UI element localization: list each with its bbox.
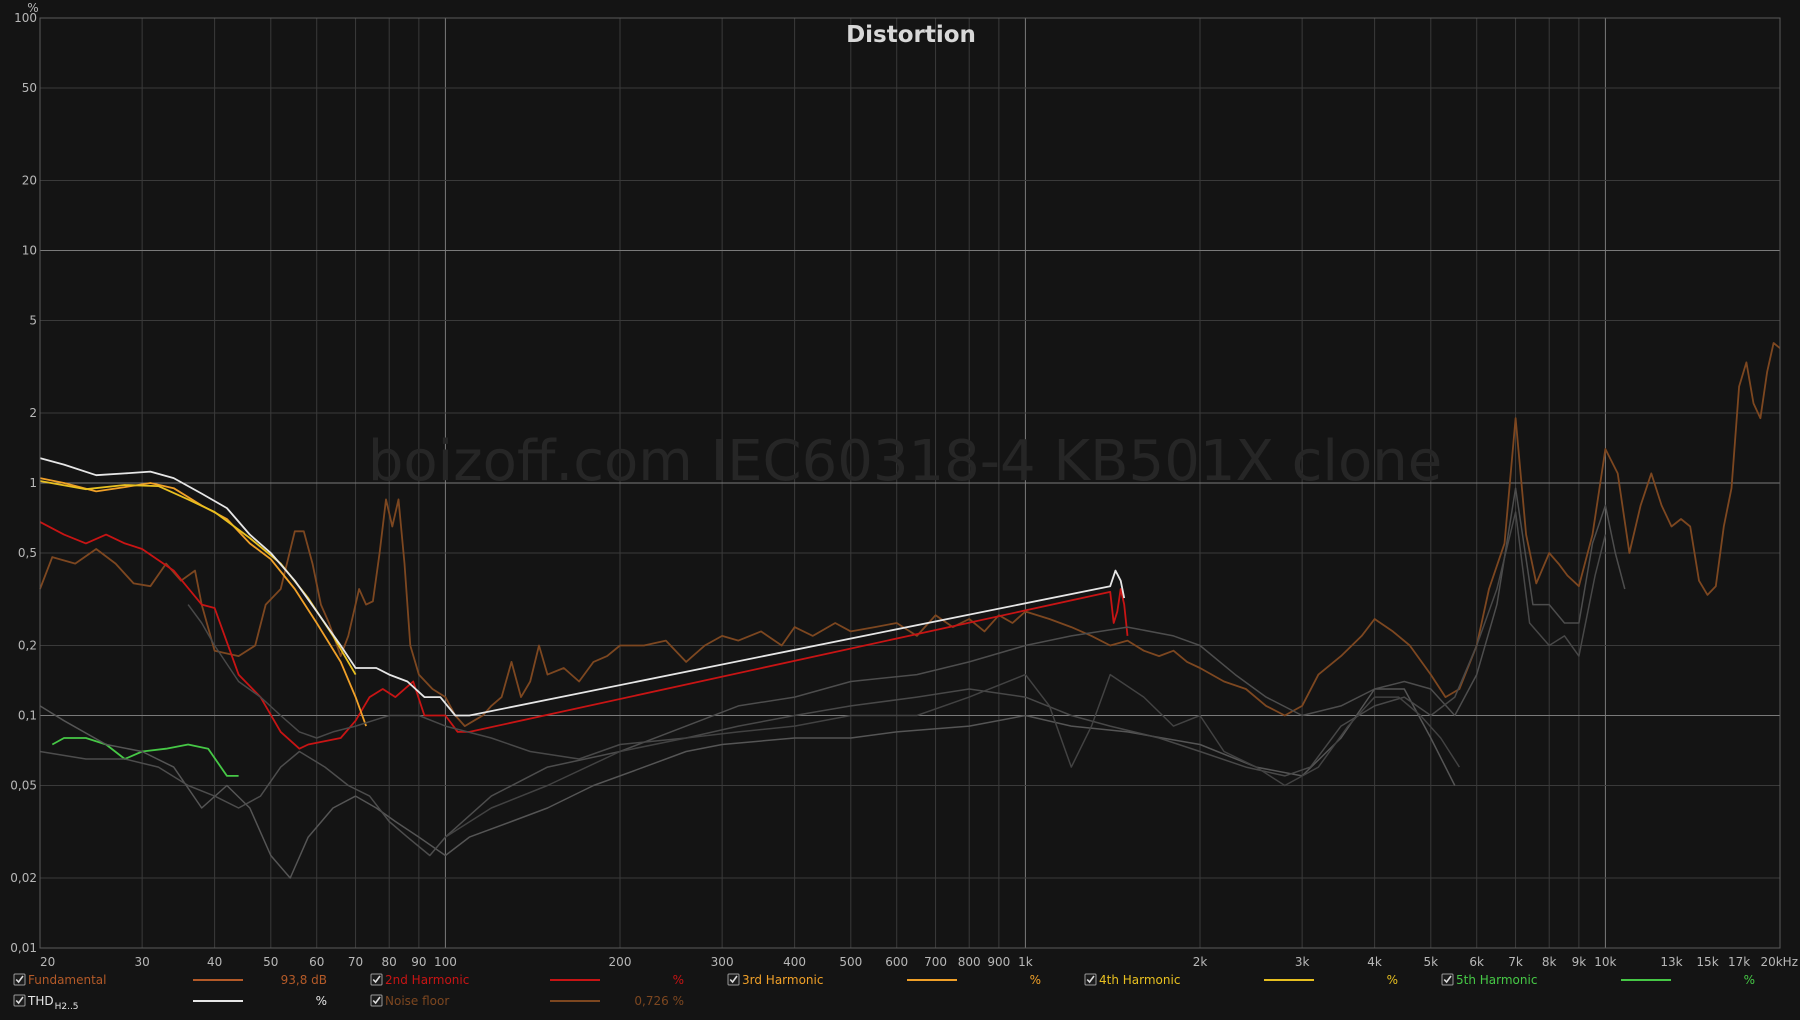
legend-value: % — [1387, 973, 1398, 987]
distortion-chart: boizoff.com IEC60318-4 KB501X clone 100 5… — [0, 0, 1800, 1020]
x-tick-label: 700 — [924, 955, 947, 969]
y-tick-label: 0,02 — [10, 871, 37, 885]
y-tick-label: 0,5 — [18, 546, 37, 560]
y-tick-label: 0,05 — [10, 778, 37, 792]
x-tick-label: 20 — [40, 955, 55, 969]
x-tick-label: 13k — [1660, 955, 1682, 969]
x-tick-label: 600 — [885, 955, 908, 969]
legend-label: Fundamental — [28, 973, 107, 987]
x-tick-label: 20kHz — [1760, 955, 1798, 969]
y-tick-label: 0,01 — [10, 941, 37, 955]
x-tick-label: 30 — [134, 955, 149, 969]
x-tick-label: 40 — [207, 955, 222, 969]
x-tick-label: 100 — [434, 955, 457, 969]
y-tick-label: 0,2 — [18, 639, 37, 653]
y-tick-label: 2 — [29, 406, 37, 420]
x-tick-label: 200 — [609, 955, 632, 969]
y-tick-label: 10 — [22, 244, 37, 258]
x-tick-label: 7k — [1508, 955, 1523, 969]
x-tick-label: 800 — [958, 955, 981, 969]
x-tick-label: 5k — [1424, 955, 1439, 969]
x-tick-label: 500 — [839, 955, 862, 969]
x-tick-label: 70 — [348, 955, 363, 969]
x-tick-label: 10k — [1594, 955, 1616, 969]
y-tick-label: 0,1 — [18, 709, 37, 723]
legend-value: % — [316, 994, 327, 1008]
x-tick-label: 60 — [309, 955, 324, 969]
x-tick-label: 15k — [1696, 955, 1718, 969]
x-tick-label: 90 — [411, 955, 426, 969]
legend-label: 2nd Harmonic — [385, 973, 469, 987]
legend-label: 4th Harmonic — [1099, 973, 1180, 987]
y-tick-label: 20 — [22, 174, 37, 188]
chart-title: Distortion — [846, 22, 976, 48]
x-tick-label: 1k — [1018, 955, 1033, 969]
legend-value: % — [1030, 973, 1041, 987]
legend-value: % — [673, 973, 684, 987]
x-tick-label: 3k — [1295, 955, 1310, 969]
x-tick-label: 50 — [263, 955, 278, 969]
y-axis-unit: % — [27, 1, 38, 15]
legend-label: 3rd Harmonic — [742, 973, 823, 987]
y-tick-label: 5 — [29, 313, 37, 327]
x-tick-label: 6k — [1469, 955, 1484, 969]
y-tick-label: 50 — [22, 81, 37, 95]
legend-value: 0,726 % — [634, 994, 684, 1008]
y-tick-label: 1 — [29, 476, 37, 490]
legend-label: THD — [27, 994, 54, 1008]
legend-label: Noise floor — [385, 994, 449, 1008]
legend-value: 93,8 dB — [281, 973, 327, 987]
x-tick-label: 900 — [987, 955, 1010, 969]
x-tick-label: 80 — [382, 955, 397, 969]
x-tick-label: 2k — [1193, 955, 1208, 969]
x-tick-label: 9k — [1572, 955, 1587, 969]
x-tick-label: 8k — [1542, 955, 1557, 969]
legend-label: 5th Harmonic — [1456, 973, 1537, 987]
x-tick-label: 400 — [783, 955, 806, 969]
legend-value: % — [1744, 973, 1755, 987]
x-tick-label: 4k — [1367, 955, 1382, 969]
watermark: boizoff.com IEC60318-4 KB501X clone — [368, 429, 1442, 494]
x-tick-label: 17k — [1728, 955, 1750, 969]
chart-background — [0, 0, 1800, 1020]
x-tick-label: 300 — [711, 955, 734, 969]
legend-label-subscript: H2..5 — [55, 1002, 79, 1012]
